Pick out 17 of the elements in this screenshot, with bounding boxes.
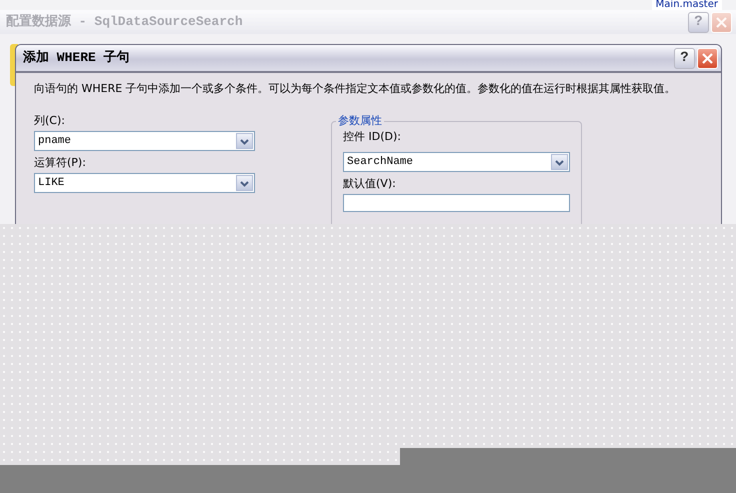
field-label: 默认值(V): xyxy=(343,177,397,191)
dropdown-field[interactable]: SearchName xyxy=(343,152,570,172)
dropdown-field[interactable]: pname xyxy=(34,131,255,151)
window-title: 配置数据源 - SqlDataSourceSearch xyxy=(6,13,244,32)
text-field[interactable] xyxy=(343,194,570,212)
dropdown-field[interactable]: LIKE xyxy=(34,173,255,193)
close-button[interactable] xyxy=(697,48,718,68)
close-icon xyxy=(702,52,713,64)
field-label: 列(C): xyxy=(34,114,66,128)
description-text: 向语句的 WHERE 子句中添加一个或多个条件。可以为每个条件指定文本值或参数化的值。参数化的值在运行时根据其属性获取值。 xyxy=(34,82,677,95)
group-title: 参数属性 xyxy=(336,114,384,128)
field-label: 运算符(P): xyxy=(34,156,87,170)
field-label: 控件 ID(D): xyxy=(343,130,402,144)
close-icon xyxy=(716,16,727,28)
window-title: 添加 WHERE 子句 xyxy=(23,49,131,68)
close-button[interactable] xyxy=(711,12,732,32)
help-button[interactable]: ? xyxy=(674,48,695,68)
